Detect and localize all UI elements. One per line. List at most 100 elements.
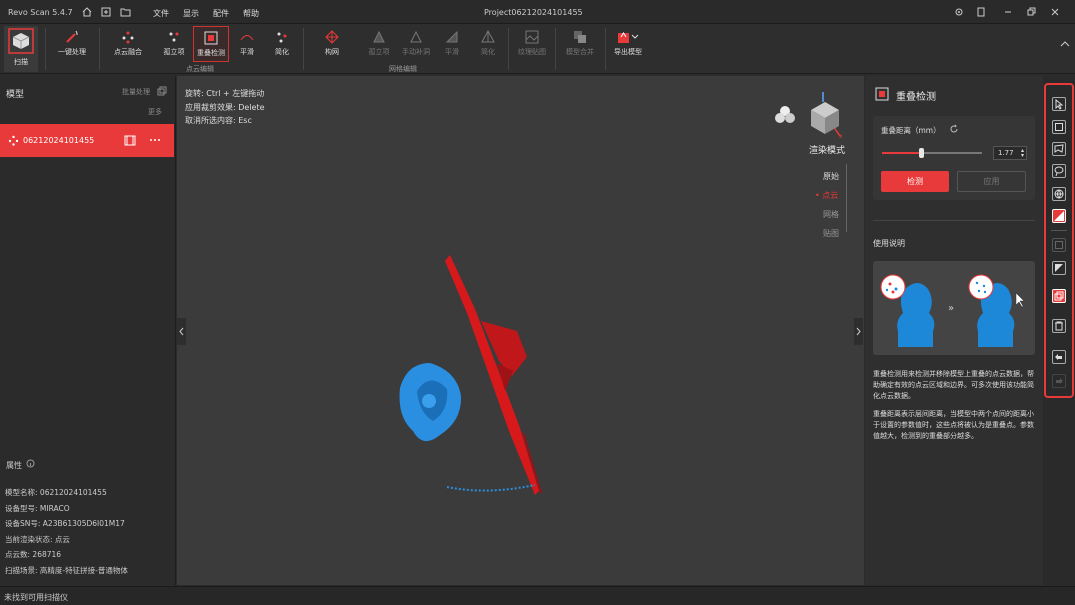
fusion-icon [122, 31, 134, 44]
distance-slider-handle[interactable] [919, 148, 924, 158]
menu-help[interactable]: 帮助 [243, 9, 259, 18]
apply-button[interactable]: 应用 [957, 171, 1026, 192]
spin-arrows-icon[interactable]: ▴ ▾ [1021, 148, 1024, 159]
mesh-isolate-button[interactable]: 孤立项 [364, 28, 394, 60]
batch-icon[interactable] [157, 86, 167, 96]
select-all-button[interactable] [1052, 238, 1066, 252]
new-project-icon[interactable] [101, 7, 111, 17]
manual-fill-button[interactable]: 手动补洞 [398, 28, 434, 60]
select-through-button[interactable] [1052, 209, 1066, 223]
mesh-smooth-icon [445, 30, 458, 43]
simplify-button[interactable]: 简化 [268, 28, 296, 60]
texture-button[interactable]: 纹理贴图 [514, 28, 550, 60]
distance-spinbox[interactable]: 1.77 ▴ ▾ [993, 146, 1027, 160]
menu-view[interactable]: 显示 [183, 9, 199, 18]
redo-button[interactable] [1052, 374, 1066, 388]
prop-value: MIRACO [39, 503, 70, 513]
prop-row: 当前渲染状态: 点云 [5, 532, 128, 548]
lighting-icon[interactable] [773, 104, 797, 126]
fill-hole-icon [410, 30, 422, 43]
rect-select-button[interactable] [1052, 120, 1066, 134]
prop-key: 设备SN号: [5, 519, 41, 529]
prop-value: 高精度-特征拼接-普通物体 [39, 565, 128, 575]
scan-icon [8, 28, 34, 54]
overlap-detect-button[interactable]: 重叠检测 [193, 26, 229, 62]
mesh-isolate-icon [373, 30, 385, 43]
folder-icon[interactable] [120, 7, 131, 17]
invert-icon [1055, 264, 1063, 272]
smooth-button[interactable]: 平滑 [233, 28, 261, 60]
polygon-icon [1054, 144, 1064, 153]
polygon-select-button[interactable] [1052, 142, 1066, 156]
menu-file[interactable]: 文件 [153, 9, 169, 18]
render-mode-pointcloud[interactable]: • 点云 [815, 186, 839, 205]
document-icon[interactable] [976, 7, 986, 17]
chevron-right-icon [856, 327, 861, 336]
lasso-icon [1054, 166, 1064, 177]
render-mode-mesh[interactable]: 网格 [823, 205, 839, 224]
fusion-button[interactable]: 点云融合 [108, 28, 148, 60]
mesh-smooth-button[interactable]: 平滑 [438, 28, 466, 60]
group-mesh-label: 网格编辑 [389, 65, 417, 73]
export-button[interactable]: 导出模型 [610, 28, 646, 60]
home-icon[interactable] [82, 7, 92, 17]
undo-button[interactable] [1052, 350, 1066, 364]
render-mode-original[interactable]: 原始 [823, 167, 839, 186]
delete-button[interactable] [1052, 319, 1066, 333]
invert-selection-button[interactable] [1052, 261, 1066, 275]
panel-title: 重叠检测 [896, 92, 936, 103]
collapse-toolbar-icon[interactable] [1060, 40, 1070, 48]
project-title: Project06212024101455 [484, 8, 583, 17]
3d-viewport[interactable]: 旋转: Ctrl + 左键拖动 应用裁剪效果: Delete 取消所选内容: E… [177, 76, 864, 585]
scanned-model[interactable] [387, 251, 587, 501]
minimize-icon[interactable] [1003, 7, 1013, 17]
overlap-detect-icon [875, 87, 889, 101]
hint-rotate: 旋转: Ctrl + 左键拖动 [185, 89, 265, 98]
hint-escape: 取消所选内容: Esc [185, 116, 252, 125]
menu-accessory[interactable]: 配件 [213, 9, 229, 18]
select-pointer-button[interactable] [1052, 97, 1066, 111]
settings-icon[interactable] [954, 7, 964, 17]
prop-key: 扫描场景: [5, 565, 38, 575]
render-mode-track [846, 164, 847, 232]
info-icon[interactable] [26, 459, 35, 468]
smooth-label: 平滑 [240, 48, 254, 56]
distance-label: 重叠距离（mm） [881, 126, 941, 135]
distance-slider-track[interactable] [882, 148, 982, 158]
more-options-icon[interactable] [149, 137, 161, 143]
distance-slider-fill [882, 152, 921, 154]
reset-icon[interactable] [949, 124, 959, 134]
models-title: 模型 [6, 90, 25, 100]
render-mode-texture[interactable]: 贴图 [823, 224, 839, 243]
svg-text:»: » [948, 303, 954, 314]
collapse-right-button[interactable] [854, 318, 863, 345]
prop-value: 06212024101455 [39, 488, 107, 497]
prop-row: 扫描场景: 高精度-特征拼接-普通物体 [5, 563, 128, 579]
close-icon[interactable] [1050, 7, 1060, 17]
one-click-button[interactable]: 一键处理 [52, 28, 92, 60]
svg-text:x: x [839, 133, 843, 140]
film-icon[interactable] [124, 135, 136, 146]
manual-fill-label: 手动补洞 [402, 48, 430, 56]
export-icon [618, 32, 639, 43]
hint-delete: 应用裁剪效果: Delete [185, 102, 265, 112]
surface-select-button[interactable] [1052, 187, 1066, 201]
restore-icon[interactable] [1026, 7, 1036, 17]
merge-icon [574, 31, 586, 43]
view-cube-icon[interactable]: x [803, 90, 845, 140]
detect-button[interactable]: 检测 [881, 171, 949, 192]
isolate-label: 孤立项 [163, 48, 185, 56]
divider [873, 220, 1035, 221]
app-title: Revo Scan 5.4.7 [8, 8, 73, 17]
isolate-button[interactable]: 孤立项 [158, 28, 190, 60]
collapse-left-button[interactable] [177, 318, 186, 345]
copy-selection-button[interactable] [1052, 289, 1066, 303]
more-link[interactable]: 更多 [148, 107, 162, 117]
scan-button[interactable]: 扫描 [4, 26, 38, 72]
model-list-item[interactable]: 06212024101455 [0, 124, 174, 157]
lasso-select-button[interactable] [1052, 164, 1066, 178]
merge-button[interactable]: 模型合并 [562, 28, 598, 60]
batch-process-link[interactable]: 批量处理 [122, 87, 150, 97]
mesh-button[interactable]: 构网 [318, 28, 346, 60]
mesh-simplify-button[interactable]: 简化 [474, 28, 502, 60]
